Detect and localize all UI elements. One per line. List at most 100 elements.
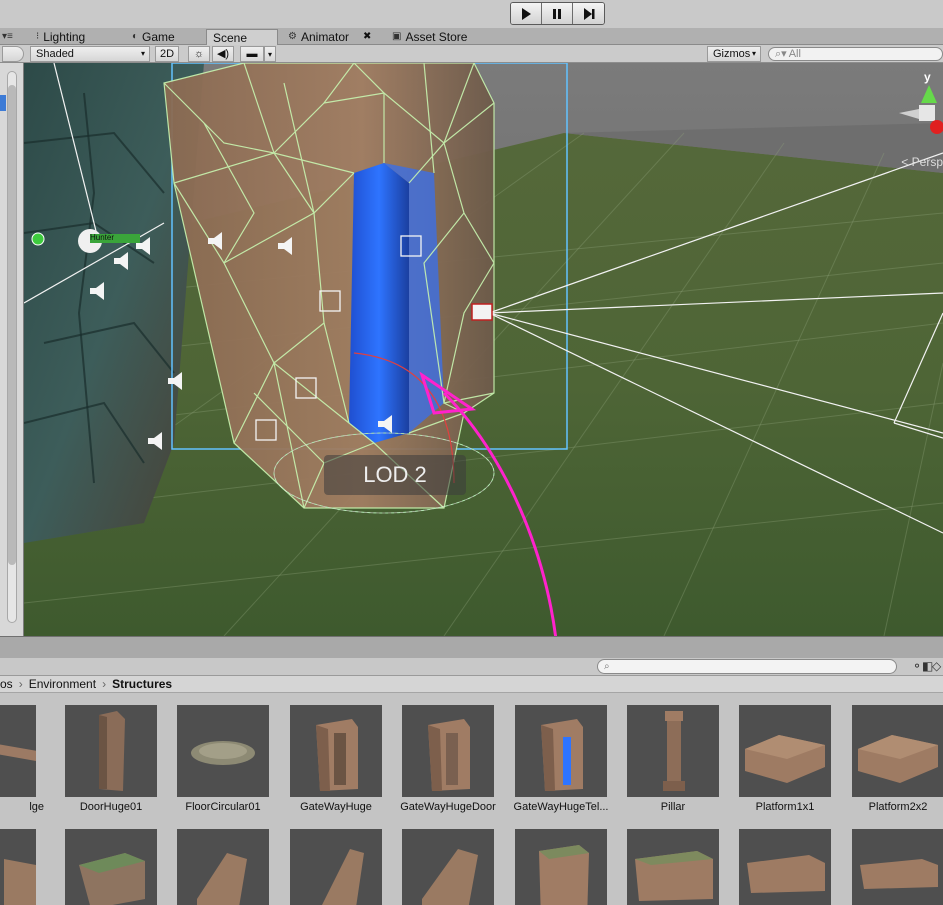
breadcrumb-item[interactable]: Environment — [29, 676, 96, 692]
asset-tile[interactable] — [842, 829, 943, 905]
chevron-right-icon: › — [18, 677, 23, 691]
pause-button[interactable] — [542, 3, 573, 24]
tab-asset-store[interactable]: ▣ Asset Store — [386, 29, 473, 45]
asset-tile[interactable] — [505, 829, 617, 905]
asset-tile[interactable]: FloorCircular01 — [167, 705, 279, 813]
asset-thumbnail — [65, 705, 157, 797]
sun-icon: ☼ — [193, 48, 205, 60]
shading-mode-label: Shaded — [36, 48, 74, 60]
speaker-icon: ◀) — [216, 48, 230, 60]
hunter-label: Hunter — [90, 233, 115, 242]
play-button[interactable] — [511, 3, 542, 24]
play-icon — [522, 7, 531, 20]
step-icon — [583, 7, 594, 20]
breadcrumb-current[interactable]: Structures — [112, 676, 172, 692]
search-icon: ⌕ — [604, 661, 610, 672]
tab-animator[interactable]: ⚙ Animator ✖ — [282, 29, 377, 45]
tab-scene[interactable]: Scene — [206, 29, 278, 45]
perspective-label[interactable]: < Persp — [901, 155, 943, 169]
scene-viewport[interactable]: y < Persp LOD 2 Hunter — [24, 63, 943, 636]
axis-y-label: y — [924, 70, 931, 84]
asset-thumbnail — [177, 829, 269, 905]
project-toolbar: ⌕ ⚬◧ ◇ — [0, 658, 943, 676]
tab-label: Animator — [300, 30, 349, 44]
play-controls — [510, 2, 605, 25]
asset-tile[interactable] — [729, 829, 841, 905]
asset-thumbnail — [177, 705, 269, 797]
play-toolbar — [0, 0, 943, 28]
scene-search-input[interactable]: ⌕▾ All — [768, 47, 943, 61]
search-icon: ⌕▾ — [775, 48, 787, 60]
asset-tile[interactable]: Platform2x2 — [842, 705, 943, 813]
2d-toggle[interactable]: 2D — [155, 46, 179, 62]
image-icon: ▬ — [246, 48, 258, 60]
chevron-down-icon: ▾ — [751, 49, 756, 58]
asset-tile[interactable] — [0, 829, 46, 905]
lod-label: LOD 2 — [324, 455, 466, 495]
project-search-input[interactable]: ⌕ — [597, 659, 897, 674]
filter-by-type-icon[interactable]: ⚬◧ — [912, 659, 933, 673]
lighting-toggle[interactable]: ☼ — [188, 46, 210, 62]
effects-dropdown[interactable]: ▬ — [240, 46, 264, 62]
hierarchy-search-edge[interactable] — [2, 46, 24, 62]
asset-thumbnail — [402, 829, 494, 905]
selected-row-indicator — [0, 95, 6, 111]
effects-arrow[interactable]: ▾ — [264, 46, 276, 62]
panel-divider[interactable] — [0, 636, 943, 658]
asset-tile[interactable]: lge — [0, 705, 46, 813]
asset-tile[interactable]: Pillar — [617, 705, 729, 813]
chevron-right-icon: › — [102, 677, 107, 691]
asset-name: lge — [29, 801, 44, 813]
hierarchy-panel-edge — [0, 63, 24, 636]
asset-thumbnail — [739, 829, 831, 905]
tab-label: Scene — [213, 30, 248, 45]
tab-label: Game — [142, 30, 175, 44]
search-placeholder: All — [788, 48, 801, 60]
tab-lighting[interactable]: ⁝ Lighting — [30, 29, 91, 45]
asset-tile[interactable]: Platform1x1 — [729, 705, 841, 813]
close-icon[interactable]: ✖ — [363, 29, 371, 45]
asset-thumbnail — [402, 705, 494, 797]
tab-game[interactable]: ◐ Game — [126, 29, 181, 45]
asset-name: GateWayHuge — [300, 801, 372, 813]
asset-thumbnail — [627, 705, 719, 797]
asset-thumbnail — [65, 829, 157, 905]
asset-thumbnail — [515, 705, 607, 797]
asset-thumbnail — [627, 829, 719, 905]
audio-toggle[interactable]: ◀) — [212, 46, 234, 62]
asset-tile[interactable] — [617, 829, 729, 905]
gizmos-dropdown[interactable]: Gizmos ▾ — [707, 46, 761, 62]
game-icon: ◐ — [132, 31, 139, 42]
asset-name: GateWayHugeTel... — [513, 801, 609, 813]
asset-tile[interactable] — [280, 829, 392, 905]
filter-by-label-icon[interactable]: ◇ — [932, 659, 941, 673]
asset-tile[interactable] — [392, 829, 504, 905]
asset-name: Platform1x1 — [755, 801, 815, 813]
asset-name: FloorCircular01 — [185, 801, 261, 813]
asset-name: DoorHuge01 — [79, 801, 143, 813]
asset-thumbnail — [515, 829, 607, 905]
asset-thumbnail — [739, 705, 831, 797]
tab-label: Asset Store — [405, 30, 468, 44]
asset-grid: lge DoorHuge01 FloorCircular01 GateWayHu… — [0, 693, 943, 905]
asset-tile[interactable]: GateWayHugeTel... — [505, 705, 617, 813]
chevron-down-icon: ▾ — [140, 49, 145, 58]
asset-thumbnail — [0, 705, 36, 797]
asset-tile[interactable] — [167, 829, 279, 905]
asset-tile[interactable]: GateWayHuge — [280, 705, 392, 813]
asset-name: Pillar — [660, 801, 686, 813]
breadcrumb-item[interactable]: os — [0, 676, 13, 692]
asset-tile[interactable]: DoorHuge01 — [55, 705, 167, 813]
window-tab-bar: ▾≡ ⁝ Lighting ◐ Game Scene ⚙ Animator ✖ … — [0, 28, 943, 45]
panel-menu-icon[interactable]: ▾≡ — [2, 29, 13, 45]
animator-icon: ⚙ — [288, 31, 297, 42]
shading-mode-dropdown[interactable]: Shaded ▾ — [30, 46, 150, 62]
asset-thumbnail — [0, 829, 36, 905]
scrollbar-thumb[interactable] — [8, 85, 16, 565]
asset-tile[interactable] — [55, 829, 167, 905]
step-button[interactable] — [573, 3, 604, 24]
asset-tile[interactable]: GateWayHugeDoor — [392, 705, 504, 813]
scene-toolbar: Shaded ▾ 2D ☼ ◀) ▬ ▾ Gizmos ▾ ⌕▾ All — [0, 45, 943, 63]
asset-thumbnail — [290, 829, 382, 905]
pause-icon — [553, 8, 561, 19]
